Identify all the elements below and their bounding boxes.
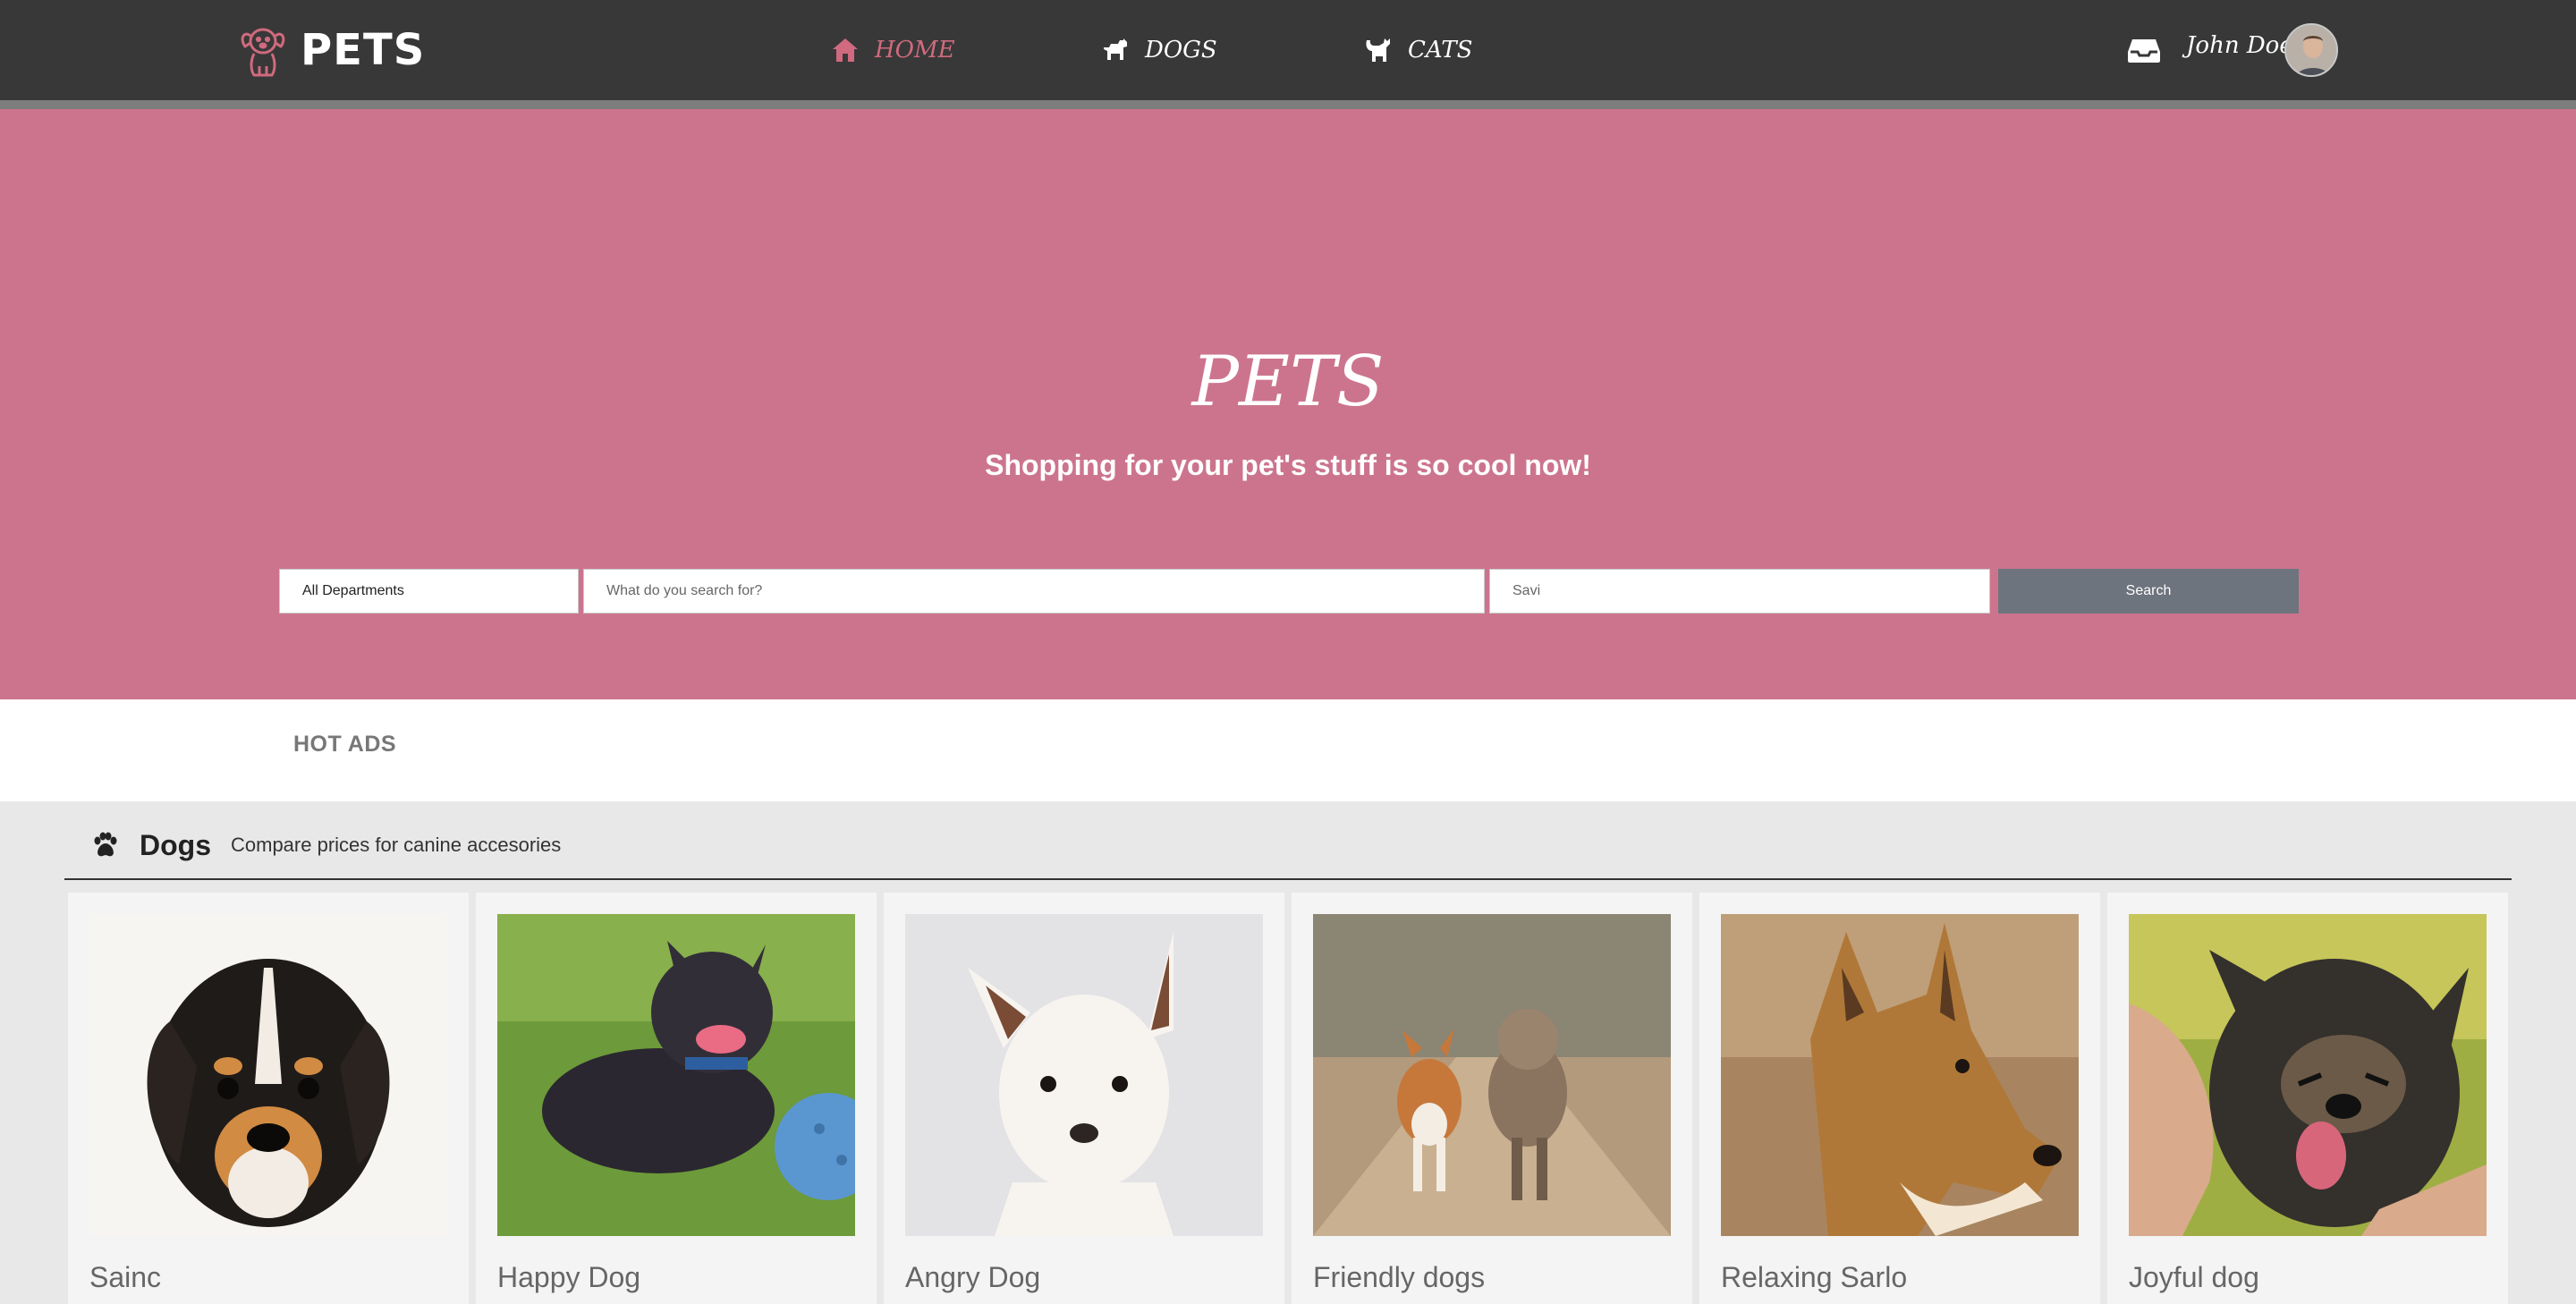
card-image bbox=[905, 914, 1263, 1236]
inbox-icon[interactable] bbox=[2127, 36, 2161, 64]
dog-logo-icon bbox=[241, 28, 285, 77]
product-cards: Sainc Happy Dog Angry Dog Friendly dogs … bbox=[68, 893, 2508, 1304]
nav-cats[interactable]: CATS bbox=[1363, 32, 1472, 68]
user-name[interactable]: John Doe bbox=[2186, 32, 2293, 59]
card-image bbox=[1313, 914, 1671, 1236]
section-title: Dogs bbox=[140, 828, 211, 861]
brand[interactable]: PETS bbox=[238, 21, 425, 79]
product-card[interactable]: Sainc bbox=[68, 893, 469, 1304]
section-header: Dogs Compare prices for canine accesorie… bbox=[89, 825, 561, 866]
search-input[interactable] bbox=[583, 569, 1485, 614]
product-card[interactable]: Joyful dog bbox=[2107, 893, 2508, 1304]
card-title: Joyful dog bbox=[2129, 1261, 2259, 1293]
hot-ads-bar: HOT ADS bbox=[0, 699, 2576, 801]
dog-icon bbox=[1104, 38, 1127, 60]
section-divider bbox=[64, 878, 2512, 880]
card-image bbox=[89, 914, 447, 1236]
nav-home-label: HOME bbox=[875, 37, 955, 64]
nav-cats-label: CATS bbox=[1408, 37, 1473, 64]
navbar-divider bbox=[0, 100, 2576, 109]
avatar-image bbox=[2286, 25, 2336, 75]
product-card[interactable]: Happy Dog bbox=[476, 893, 877, 1304]
hero-banner: PETS Shopping for your pet's stuff is so… bbox=[0, 109, 2576, 699]
product-card[interactable]: Relaxing Sarlo bbox=[1699, 893, 2100, 1304]
card-image bbox=[1721, 914, 2079, 1236]
paw-icon bbox=[94, 832, 117, 857]
nav-home[interactable]: HOME bbox=[830, 32, 955, 68]
department-select-value: All Departments bbox=[302, 583, 404, 598]
home-icon bbox=[833, 38, 858, 62]
product-card[interactable]: Friendly dogs bbox=[1292, 893, 1692, 1304]
brand-name: PETS bbox=[301, 25, 426, 75]
top-navbar: PETS HOME DOGS CATS John Doe bbox=[0, 0, 2576, 100]
nav-dogs-label: DOGS bbox=[1145, 37, 1217, 64]
card-title: Angry Dog bbox=[905, 1261, 1041, 1293]
hot-ads-label[interactable]: HOT ADS bbox=[293, 732, 396, 758]
card-image bbox=[497, 914, 855, 1236]
nav-dogs[interactable]: DOGS bbox=[1100, 32, 1217, 68]
cat-icon bbox=[1366, 38, 1390, 62]
card-title: Sainc bbox=[89, 1261, 162, 1293]
card-image bbox=[2129, 914, 2487, 1236]
card-title: Relaxing Sarlo bbox=[1721, 1261, 1908, 1293]
avatar[interactable] bbox=[2284, 23, 2338, 77]
product-card[interactable]: Angry Dog bbox=[884, 893, 1284, 1304]
hero-title: PETS bbox=[1191, 342, 1385, 422]
location-input[interactable] bbox=[1489, 569, 1990, 614]
card-title: Friendly dogs bbox=[1313, 1261, 1486, 1293]
search-button[interactable]: Search bbox=[1998, 569, 2299, 614]
card-title: Happy Dog bbox=[497, 1261, 641, 1293]
hero-subtitle: Shopping for your pet's stuff is so cool… bbox=[985, 449, 1591, 481]
dogs-section: Dogs Compare prices for canine accesorie… bbox=[0, 801, 2576, 1304]
section-subtitle: Compare prices for canine accesories bbox=[231, 834, 562, 856]
department-select[interactable]: All Departments bbox=[279, 569, 579, 614]
